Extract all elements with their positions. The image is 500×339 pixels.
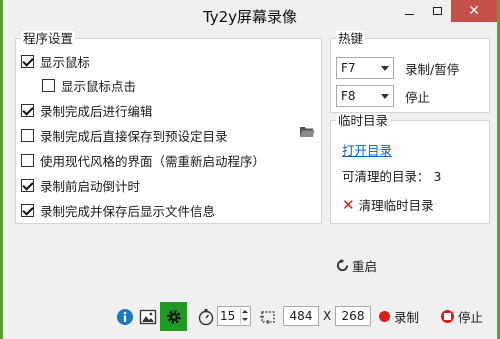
info-icon[interactable] <box>116 308 134 326</box>
option-label: 录制完成后直接保存到预设定目录 <box>40 128 228 144</box>
minimize-button[interactable] <box>395 0 423 22</box>
height-input[interactable]: 268 <box>335 306 371 326</box>
restart-button[interactable]: 重启 <box>336 256 377 275</box>
stop-hotkey-label: 停止 <box>405 90 431 105</box>
record-hotkey-label: 录制/暂停 <box>405 62 460 77</box>
stepper-down-button[interactable] <box>240 316 249 324</box>
option-save-to-preset-dir[interactable]: 录制完成后直接保存到预设定目录 <box>21 127 228 144</box>
program-settings-legend: 程序设置 <box>21 31 76 47</box>
stepper-up-button[interactable] <box>240 308 249 316</box>
stop-icon <box>441 310 454 323</box>
option-label: 显示鼠标 <box>40 54 91 70</box>
hotkey-legend: 热键 <box>336 31 366 47</box>
width-input[interactable]: 484 <box>283 306 319 326</box>
stopwatch-icon <box>198 309 214 326</box>
clear-temp-button[interactable]: ✕ 清理临时目录 <box>342 195 434 214</box>
option-label: 录制前启动倒计时 <box>40 178 141 194</box>
option-modern-ui[interactable]: 使用现代风格的界面（需重新启动程序） <box>21 152 266 169</box>
record-hotkey-select[interactable]: F7 <box>336 57 394 79</box>
record-label: 录制 <box>394 310 420 325</box>
bottom-toolbar: 15 484 X 268 录制 停止 <box>3 302 497 332</box>
hotkey-group: 热键 F7 录制/暂停 F8 停止 <box>330 31 490 113</box>
chevron-down-icon <box>381 94 389 99</box>
restart-icon <box>336 259 349 272</box>
close-icon: ✕ <box>342 195 355 214</box>
stop-hotkey-select[interactable]: F8 <box>336 85 394 107</box>
maximize-button[interactable] <box>423 0 451 22</box>
cleanable-count-label: 可清理的目录： <box>342 169 430 184</box>
countdown-checkbox[interactable] <box>21 178 34 192</box>
countdown-value: 15 <box>220 309 236 323</box>
gear-icon <box>166 309 181 324</box>
option-countdown[interactable]: 录制前启动倒计时 <box>21 177 141 194</box>
title-bar: Ty2y屏幕录像 ✕ <box>3 0 497 30</box>
temp-dir-group: 临时目录 打开目录 可清理的目录： 3 ✕ 清理临时目录 <box>330 113 490 224</box>
record-hotkey-value: F7 <box>341 61 356 75</box>
option-show-mouse[interactable]: 显示鼠标 <box>21 53 91 70</box>
edit-after-record-checkbox[interactable] <box>21 103 34 117</box>
app-window: Ty2y屏幕录像 ✕ 程序设置 显示鼠标 显示鼠标点击 录制完成后进行编辑 录制… <box>2 0 498 339</box>
restart-label: 重启 <box>352 259 378 274</box>
show-mouse-click-checkbox[interactable] <box>42 78 55 92</box>
settings-button[interactable] <box>160 302 187 331</box>
image-icon[interactable] <box>139 308 157 326</box>
show-mouse-checkbox[interactable] <box>21 54 34 68</box>
cleanable-count: 可清理的目录： 3 <box>342 166 441 185</box>
stop-hotkey-value: F8 <box>341 89 356 103</box>
open-dir-link[interactable]: 打开目录 <box>342 140 392 159</box>
modern-ui-checkbox[interactable] <box>21 153 34 167</box>
maximize-icon <box>432 7 442 15</box>
minimize-icon <box>404 13 414 15</box>
option-label: 使用现代风格的界面（需重新启动程序） <box>40 153 266 169</box>
option-label: 录制完成后进行编辑 <box>40 103 153 119</box>
region-select-icon[interactable] <box>259 308 277 326</box>
chevron-down-icon <box>381 66 389 71</box>
countdown-stepper[interactable]: 15 <box>217 306 251 326</box>
close-button[interactable]: ✕ <box>451 0 497 22</box>
stop-button[interactable]: 停止 <box>441 307 483 326</box>
clear-temp-label: 清理临时目录 <box>358 198 434 213</box>
option-label: 显示鼠标点击 <box>61 78 137 94</box>
option-label: 录制完成并保存后显示文件信息 <box>40 203 216 219</box>
dimension-separator: X <box>323 309 332 323</box>
option-show-mouse-click[interactable]: 显示鼠标点击 <box>42 77 137 94</box>
stop-label: 停止 <box>458 310 484 325</box>
record-button[interactable]: 录制 <box>379 307 419 326</box>
option-edit-after-record[interactable]: 录制完成后进行编辑 <box>21 102 153 119</box>
save-to-preset-dir-checkbox[interactable] <box>21 128 34 142</box>
folder-icon[interactable] <box>299 125 315 138</box>
cleanable-count-value: 3 <box>433 169 442 184</box>
option-show-file-info[interactable]: 录制完成并保存后显示文件信息 <box>21 202 216 219</box>
show-file-info-checkbox[interactable] <box>21 203 34 217</box>
record-icon <box>379 311 390 322</box>
temp-dir-legend: 临时目录 <box>336 113 391 129</box>
program-settings-group: 程序设置 显示鼠标 显示鼠标点击 录制完成后进行编辑 录制完成后直接保存到预设定… <box>15 31 322 224</box>
